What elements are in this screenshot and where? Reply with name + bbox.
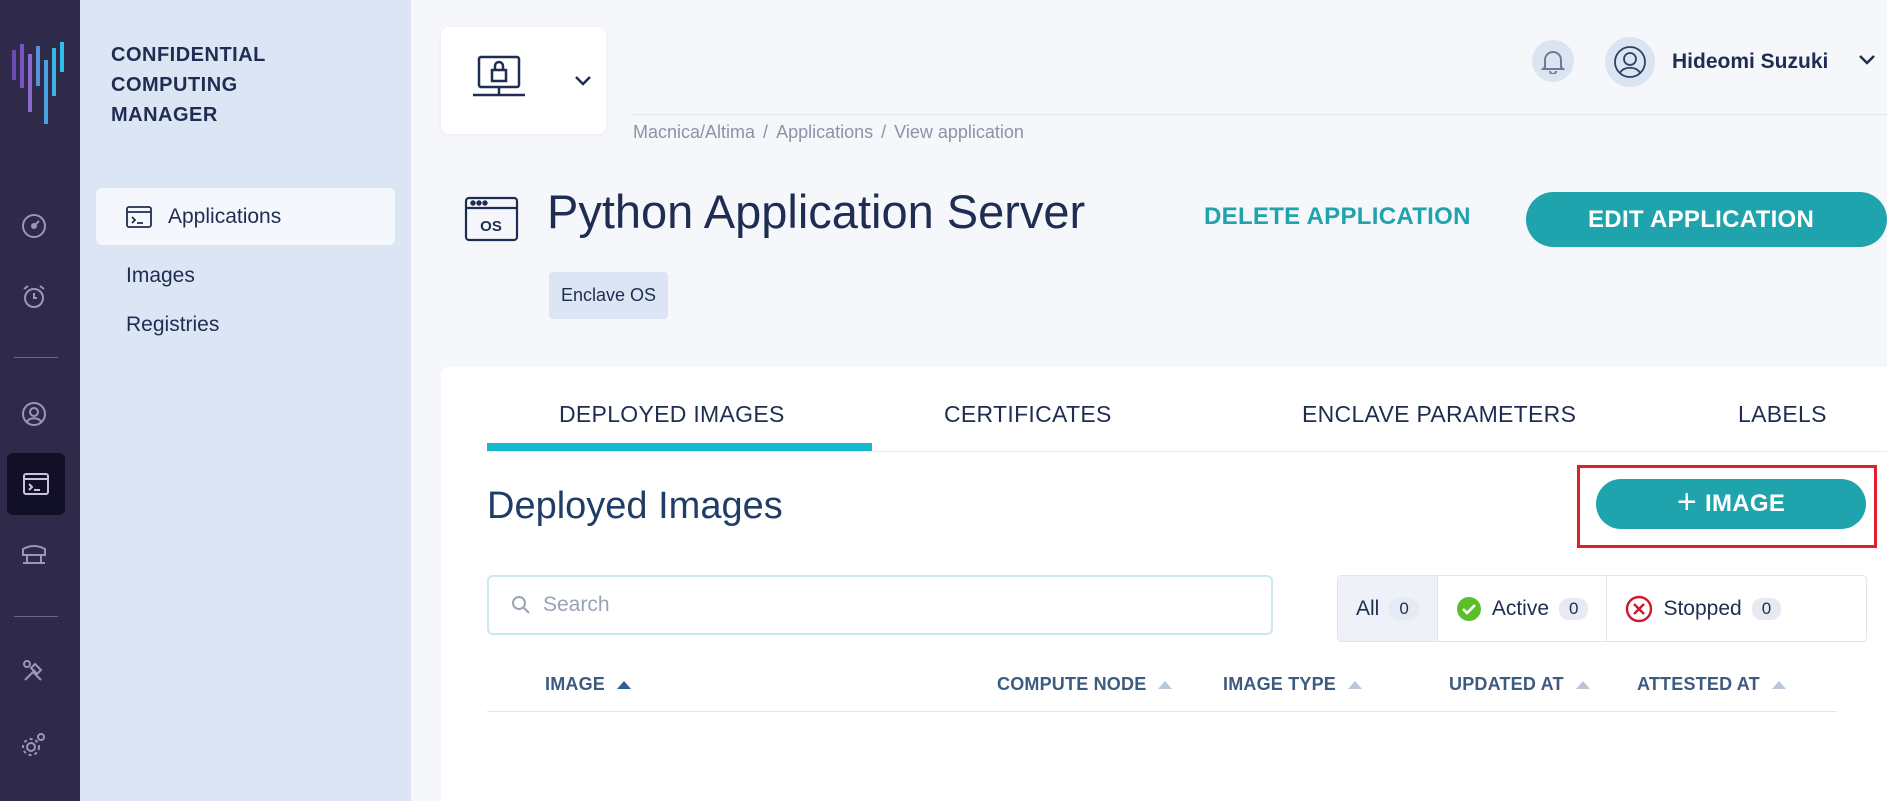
tab-enclave-parameters[interactable]: ENCLAVE PARAMETERS [1302,401,1576,428]
tab-certificates[interactable]: CERTIFICATES [944,401,1112,428]
user-circle-icon[interactable] [18,398,50,430]
header-divider [633,114,1887,115]
tab-deployed-images[interactable]: DEPLOYED IMAGES [559,401,785,428]
filter-all-label: All [1356,596,1380,620]
filter-active-count: 0 [1559,597,1589,620]
filter-stopped[interactable]: Stopped 0 [1607,576,1799,641]
filter-active[interactable]: Active 0 [1438,576,1608,641]
breadcrumb-item[interactable]: Applications [776,122,873,143]
user-avatar-icon [1614,46,1646,78]
active-check-icon [1456,596,1481,621]
sort-icon [1575,680,1590,689]
terminal-window-icon [126,205,152,228]
user-avatar[interactable] [1605,37,1655,87]
breadcrumb: Macnica/Altima / Applications / View app… [633,122,1024,143]
sidebar: CONFIDENTIAL COMPUTING MANAGER Applicati… [80,0,411,801]
column-label: IMAGE [545,674,606,694]
sort-icon [1771,680,1786,689]
brand-logo-icon [12,42,64,124]
column-header-attested-at[interactable]: ATTESTED AT [1637,674,1786,695]
sidebar-item-label: Applications [168,204,282,228]
active-tab-indicator [487,443,872,451]
add-image-button[interactable]: + IMAGE [1596,479,1866,529]
sidebar-item-applications[interactable]: Applications [96,188,395,245]
breadcrumb-separator: / [763,122,769,142]
sidebar-item-images[interactable]: Images [126,264,195,288]
tab-labels[interactable]: LABELS [1738,401,1827,428]
search-input[interactable] [543,593,1243,617]
plus-icon: + [1676,483,1697,521]
breadcrumb-item: View application [894,122,1024,142]
app-switcher[interactable] [441,27,606,134]
column-label: UPDATED AT [1449,674,1564,694]
sort-icon [1158,680,1173,689]
os-window-icon: OS [464,196,519,242]
notifications-bell-icon[interactable] [1532,40,1574,82]
application-details-card: DEPLOYED IMAGES CERTIFICATES ENCLAVE PAR… [441,367,1887,801]
edit-application-button[interactable]: EDIT APPLICATION [1526,192,1887,247]
filter-all[interactable]: All 0 [1338,576,1438,641]
sidebar-item-registries[interactable]: Registries [126,313,219,337]
tools-icon[interactable] [18,655,50,687]
settings-gear-icon[interactable] [18,728,50,760]
status-filter-group: All 0 Active 0 Stopped 0 [1337,575,1867,642]
column-header-updated-at[interactable]: UPDATED AT [1449,674,1590,695]
dashboard-icon[interactable] [18,210,50,242]
column-header-compute-node[interactable]: COMPUTE NODE [997,674,1173,695]
stopped-x-icon [1626,595,1653,622]
page-title: Python Application Server [547,185,1086,238]
filter-active-label: Active [1491,596,1549,620]
add-image-label: IMAGE [1704,490,1786,517]
compute-node-icon[interactable] [18,538,50,570]
user-name[interactable]: Hideomi Suzuki [1672,50,1828,74]
search-field[interactable] [487,575,1273,635]
delete-application-button[interactable]: DELETE APPLICATION [1204,203,1471,231]
laptop-lock-icon [473,55,525,97]
breadcrumb-item[interactable]: Macnica/Altima [633,122,755,143]
table-header: IMAGE COMPUTE NODE IMAGE TYPE UPDATED AT… [487,662,1837,712]
filter-all-count: 0 [1389,597,1419,620]
column-label: ATTESTED AT [1637,674,1760,694]
filter-stopped-label: Stopped [1663,596,1742,620]
breadcrumb-separator: / [881,122,887,142]
alarm-clock-icon[interactable] [18,281,50,313]
filter-stopped-count: 0 [1751,597,1782,620]
column-label: IMAGE TYPE [1223,674,1337,694]
chevron-down-icon [575,76,591,86]
column-label: COMPUTE NODE [997,674,1147,694]
section-title: Deployed Images [487,485,783,527]
search-icon [512,596,530,614]
enclave-os-tag: Enclave OS [549,272,668,319]
column-header-image[interactable]: IMAGE [545,674,632,695]
brand-title: CONFIDENTIAL COMPUTING MANAGER [111,44,266,126]
sort-asc-icon [617,680,632,689]
sort-icon [1348,680,1363,689]
chevron-down-icon[interactable] [1858,54,1876,66]
column-header-image-type[interactable]: IMAGE TYPE [1223,674,1363,695]
tab-bar: DEPLOYED IMAGES CERTIFICATES ENCLAVE PAR… [487,367,1887,452]
os-badge-text: OS [480,218,502,235]
icon-rail [0,0,80,801]
applications-rail-icon[interactable] [7,453,65,515]
